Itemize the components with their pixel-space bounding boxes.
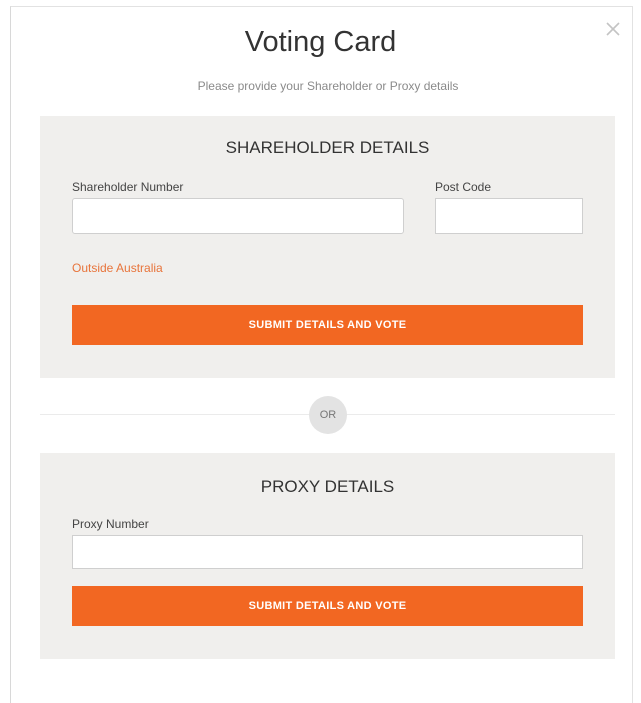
- proxy-number-input[interactable]: [72, 535, 583, 569]
- shareholder-submit-button[interactable]: SUBMIT DETAILS AND VOTE: [72, 305, 583, 345]
- proxy-details-heading: PROXY DETAILS: [260, 477, 395, 496]
- dialog-title: Voting Card: [244, 26, 397, 58]
- post-code-input[interactable]: [435, 198, 583, 234]
- proxy-submit-button[interactable]: SUBMIT DETAILS AND VOTE: [72, 586, 583, 626]
- outside-australia-link[interactable]: Outside Australia: [72, 260, 163, 276]
- proxy-number-label: Proxy Number: [72, 517, 149, 531]
- proxy-details-panel: PROXY DETAILS Proxy Number SUBMIT DETAIL…: [40, 453, 615, 659]
- shareholder-details-panel: SHAREHOLDER DETAILS Shareholder Number P…: [40, 116, 615, 378]
- dialog-subtitle: Please provide your Shareholder or Proxy…: [197, 79, 459, 93]
- shareholder-number-input[interactable]: [72, 198, 404, 234]
- or-badge: OR: [309, 396, 347, 434]
- shareholder-number-label: Shareholder Number: [72, 180, 184, 194]
- shareholder-details-heading: SHAREHOLDER DETAILS: [225, 138, 430, 157]
- post-code-label: Post Code: [435, 180, 492, 194]
